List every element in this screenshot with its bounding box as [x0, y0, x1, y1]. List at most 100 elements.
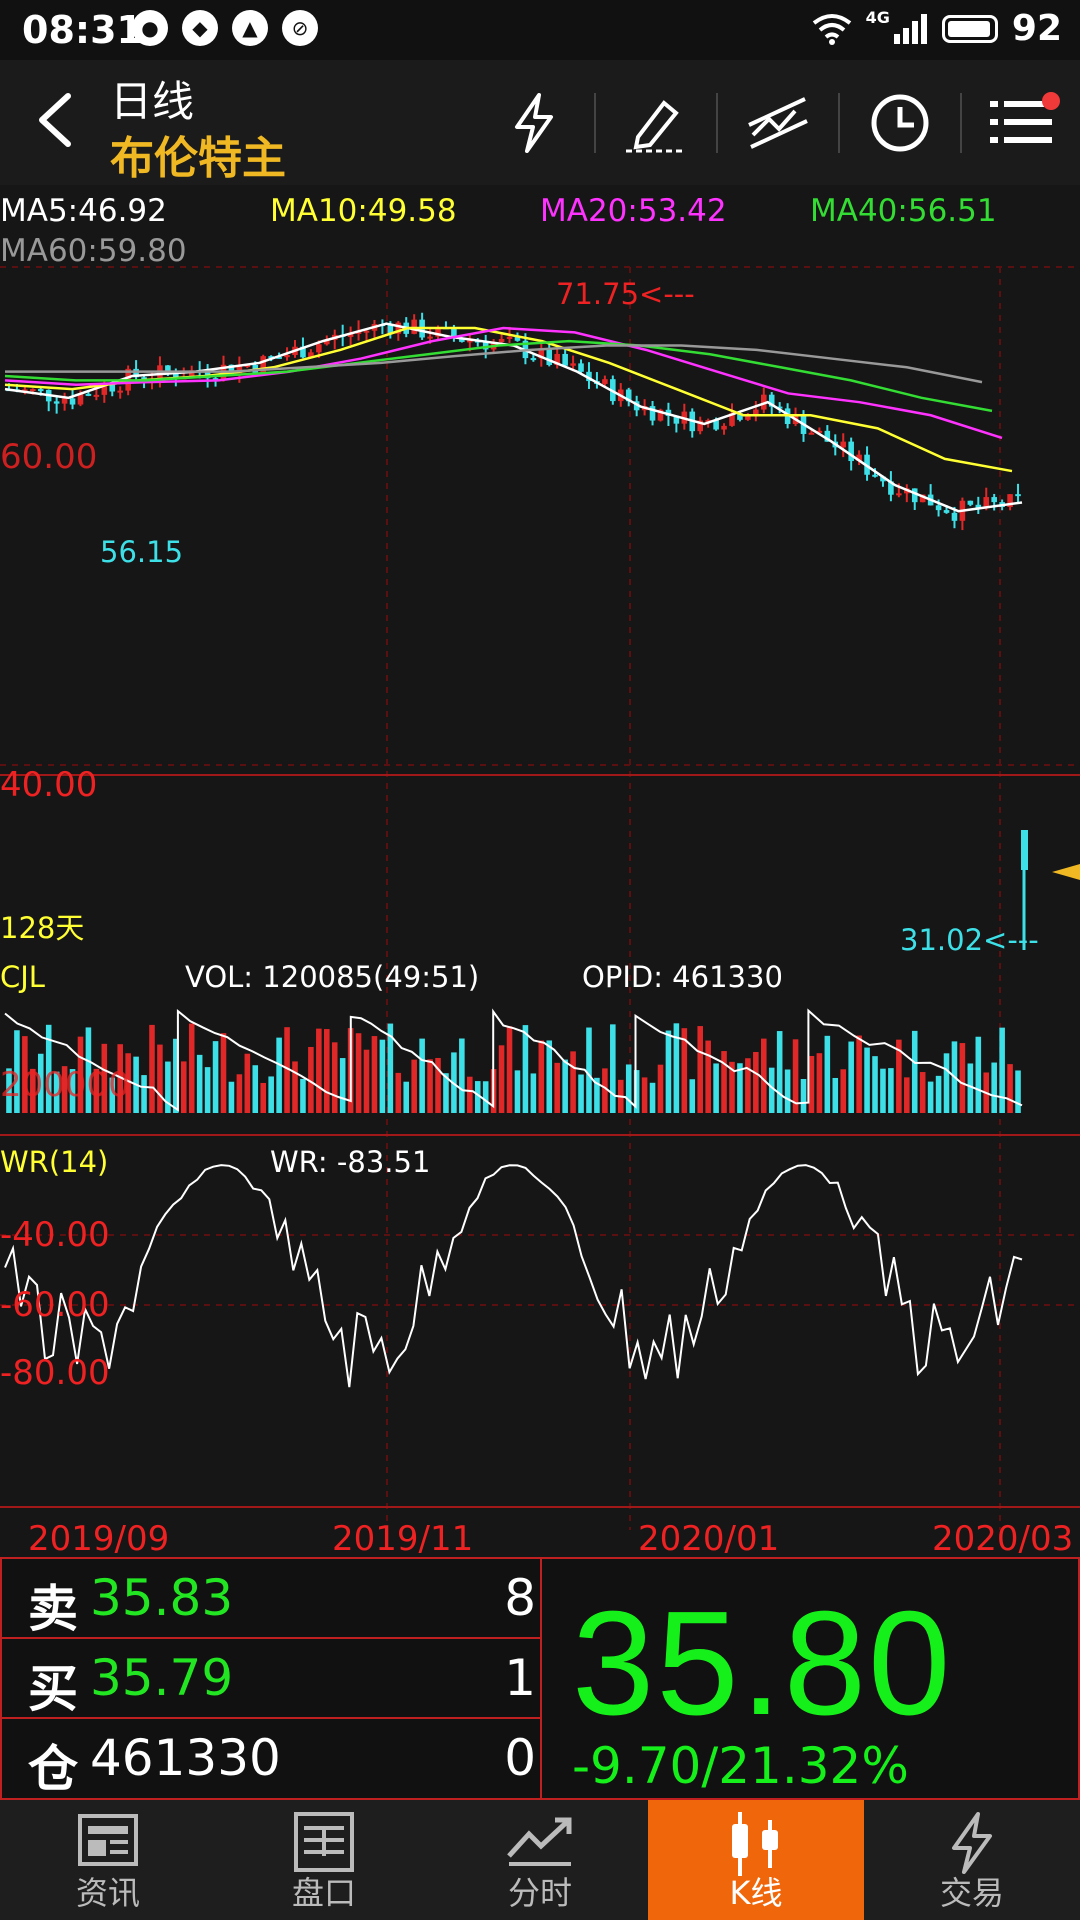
volume-bar: [586, 1027, 592, 1113]
candle-body: [967, 500, 974, 505]
menu-list-icon[interactable]: [982, 90, 1062, 156]
candle-body: [109, 384, 116, 392]
candle-body: [951, 512, 958, 521]
volume-bar: [244, 1053, 251, 1113]
volume-bar: [919, 1072, 926, 1113]
status-bar: 08:31 ● ◆ ▲ ⊘ 4G 92: [0, 0, 1080, 60]
volume-bar: [530, 1073, 537, 1113]
candle-body: [85, 393, 92, 396]
block-icon: ⊘: [282, 10, 318, 46]
volume-bar: [816, 1053, 823, 1113]
wr-axis-40: -40.00: [0, 1215, 110, 1255]
volume-bar: [459, 1038, 465, 1113]
volume-bar: [196, 1054, 203, 1113]
divider: [960, 93, 962, 153]
wr-line: [4, 1164, 1023, 1388]
candle-body: [316, 344, 322, 353]
volume-bar: [236, 1074, 243, 1113]
candle-body: [530, 358, 537, 361]
period-label[interactable]: 日线: [110, 68, 194, 129]
nav-kline[interactable]: K线: [648, 1800, 864, 1920]
volume-bar: [212, 1041, 219, 1113]
candle-body: [411, 319, 417, 334]
nav-orderbook[interactable]: 盘口: [216, 1800, 432, 1920]
candle-body: [872, 474, 878, 477]
volume-bar: [363, 1049, 370, 1113]
volume-bar: [180, 1061, 187, 1113]
volume-bar: [776, 1031, 783, 1113]
volume-bar: [665, 1030, 672, 1113]
kline-chart-area[interactable]: MA5:46.92 MA10:49.58 MA20:53.42 MA40:56.…: [0, 185, 1080, 1559]
volume-bar: [641, 1077, 648, 1113]
draw-pen-icon[interactable]: [616, 90, 696, 156]
volume-bar: [522, 1025, 529, 1113]
volume-bar: [808, 1055, 815, 1113]
chat-icon: ●: [132, 10, 168, 46]
volume-bar: [300, 1078, 306, 1113]
volume-bar: [371, 1036, 378, 1113]
candle-body: [1015, 494, 1021, 497]
clock-icon[interactable]: [860, 90, 940, 156]
x-tick-2019-11: 2019/11: [332, 1519, 474, 1559]
last-price: 35.80: [572, 1581, 953, 1746]
volume-bar: [784, 1069, 791, 1113]
lightning-icon[interactable]: [494, 90, 574, 156]
volume-bar: [760, 1038, 767, 1113]
volume-bar: [832, 1077, 839, 1113]
indicator-lines-icon[interactable]: [738, 90, 818, 156]
volume-bar: [554, 1062, 560, 1113]
symbol-name[interactable]: 布伦特主: [110, 122, 286, 186]
candle-body: [506, 336, 513, 339]
network-type: 4G: [865, 8, 890, 27]
position-row[interactable]: 仓 461330 0: [2, 1719, 542, 1800]
low-price-label: 56.15: [100, 535, 184, 569]
volume-bar: [562, 1059, 568, 1113]
volume-value: VOL: 120085(49:51): [185, 960, 480, 994]
volume-bar: [355, 1033, 362, 1113]
candle-body: [562, 353, 568, 366]
candle-body: [602, 379, 608, 384]
opid-value: OPID: 461330: [582, 960, 783, 994]
volume-bar: [570, 1051, 576, 1113]
price-change: -9.70/21.32%: [572, 1737, 909, 1795]
buy-row[interactable]: 买 35.79 1: [2, 1639, 542, 1719]
wr-axis-60: -60.00: [0, 1285, 110, 1325]
volume-bar: [705, 1040, 711, 1113]
axis-label-mid: 40.00: [0, 765, 98, 805]
volume-bar: [999, 1027, 1005, 1113]
nav-news[interactable]: 资讯: [0, 1800, 216, 1920]
notification-dot: [1042, 92, 1060, 110]
position-key: 仓: [28, 1740, 78, 1798]
candle-body: [570, 363, 576, 366]
buy-price: 35.79: [90, 1649, 234, 1707]
nav-trade[interactable]: 交易: [864, 1800, 1080, 1920]
nav-trade-label: 交易: [939, 1874, 1004, 1912]
nav-timeshare[interactable]: 分时: [432, 1800, 648, 1920]
notification-icons: ● ◆ ▲ ⊘: [132, 10, 318, 46]
bottom-nav: 资讯 盘口 分时 K线 交易: [0, 1800, 1080, 1920]
candle-body: [808, 432, 815, 435]
wr-axis-80: -80.00: [0, 1353, 110, 1393]
back-arrow-icon[interactable]: [28, 90, 88, 150]
volume-bar: [252, 1065, 259, 1113]
candle-body: [848, 441, 854, 462]
status-time: 08:31: [22, 8, 143, 52]
sell-row[interactable]: 卖 35.83 8: [2, 1559, 542, 1639]
volume-bar: [943, 1053, 950, 1113]
volume-bar: [713, 1063, 719, 1113]
wr-value: WR: -83.51: [270, 1145, 431, 1179]
volume-bar: [959, 1043, 966, 1113]
sell-key: 卖: [28, 1580, 78, 1638]
candle-body: [498, 338, 505, 342]
battery-icon: [941, 14, 998, 43]
volume-bar: [220, 1033, 227, 1113]
top-header: 日线 布伦特主: [0, 60, 1080, 185]
volume-bar: [331, 1042, 338, 1113]
quote-panel: 卖 35.83 8 买 35.79 1 仓 461330 0 35.80 -9.…: [0, 1557, 1080, 1800]
candle-body: [745, 416, 751, 420]
nav-orderbook-label: 盘口: [291, 1874, 356, 1912]
volume-bar: [888, 1068, 894, 1113]
volume-bar: [514, 1070, 521, 1113]
volume-bar: [403, 1081, 410, 1113]
volume-bar: [149, 1024, 155, 1113]
